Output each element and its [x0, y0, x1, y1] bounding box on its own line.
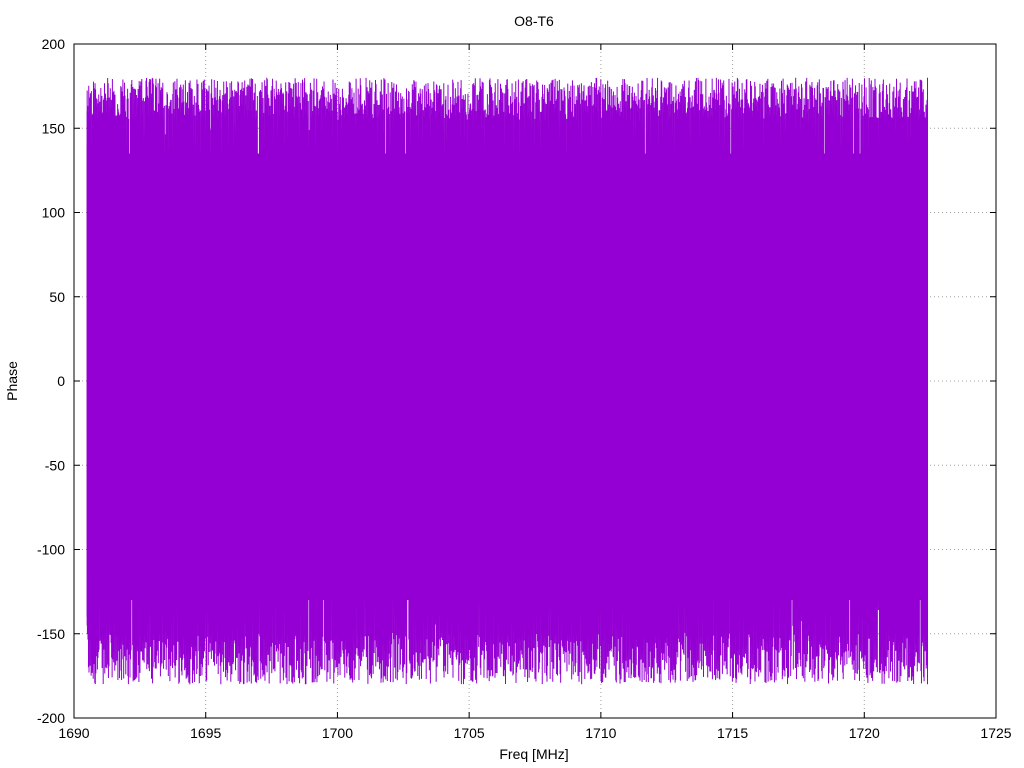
y-tick-label: -150: [37, 626, 65, 642]
y-tick-label: -100: [37, 542, 65, 558]
y-tick-label: 150: [42, 120, 66, 136]
y-tick-label: -50: [45, 457, 65, 473]
x-tick-label: 1700: [322, 725, 353, 741]
x-tick-label: 1715: [717, 725, 748, 741]
y-tick-label: 0: [57, 373, 65, 389]
x-tick-label: 1725: [980, 725, 1011, 741]
x-axis-label: Freq [MHz]: [499, 746, 568, 762]
chart: 1690 1695 1700 1705 1710 1715 1720 1725 -200 -150…: [0, 0, 1024, 768]
y-tick-label: 200: [42, 36, 66, 52]
chart-title: O8-T6: [514, 13, 554, 29]
data-series: [86, 77, 929, 685]
y-tick-label: -200: [37, 710, 65, 726]
x-tick-label: 1720: [849, 725, 880, 741]
x-tick-label: 1690: [58, 725, 89, 741]
series-dense-fill: [87, 153, 928, 601]
y-tick-label: 50: [49, 289, 65, 305]
y-axis-label: Phase: [4, 361, 20, 401]
x-tick-label: 1695: [190, 725, 221, 741]
x-tick-label: 1705: [454, 725, 485, 741]
x-tick-label: 1710: [585, 725, 616, 741]
y-tick-label: 100: [42, 205, 66, 221]
